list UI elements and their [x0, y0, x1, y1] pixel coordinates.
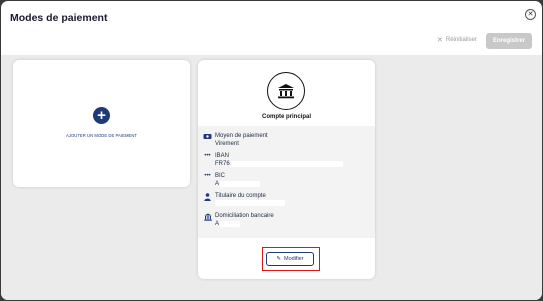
reset-label: Réinitialiser: [445, 37, 477, 43]
bank-domiciliation-redacted: [220, 221, 241, 227]
bank-domiciliation-value: A: [215, 221, 220, 227]
modify-label: Modifier: [284, 256, 304, 262]
user-icon: [203, 193, 212, 201]
payment-method-label: Moyen de paiement: [215, 133, 268, 139]
iban-value-row: FR76: [215, 160, 343, 168]
modify-button[interactable]: ✎ Modifier: [266, 252, 314, 266]
dots-icon: •••: [204, 153, 211, 159]
close-icon[interactable]: ✕: [525, 9, 536, 20]
iban-value: FR76: [215, 161, 230, 167]
pencil-icon: ✎: [276, 256, 282, 262]
field-payment-method: Moyen de paiement Virement: [203, 132, 268, 148]
account-holder-value-row: [215, 200, 285, 206]
account-card: Compte principal Moyen de paiement Virem…: [198, 60, 375, 279]
bic-redacted: [220, 181, 261, 187]
bank-domiciliation-label: Domiciliation bancaire: [215, 213, 274, 219]
plus-circle-icon: +: [93, 107, 110, 124]
bic-value: A: [215, 181, 220, 187]
modal-title: Modes de paiement: [10, 12, 108, 24]
payment-methods-modal: Modes de paiement ✕ ✕ Réinitialiser Enre…: [1, 1, 542, 300]
account-title: Compte principal: [261, 114, 311, 120]
payment-method-value: Virement: [215, 141, 239, 147]
reset-button[interactable]: ✕ Réinitialiser: [437, 36, 477, 44]
iban-label: IBAN: [215, 153, 230, 159]
field-bic: ••• BIC A: [203, 172, 261, 188]
field-account-holder: Titulaire du compte: [203, 192, 285, 206]
field-iban: ••• IBAN FR76: [203, 152, 343, 168]
bank-icon: [203, 213, 212, 221]
add-payment-method-card[interactable]: + AJOUTER UN MODE DE PAIEMENT: [13, 60, 190, 187]
account-holder-label: Titulaire du compte: [215, 193, 266, 199]
close-small-icon: ✕: [437, 37, 443, 44]
dots-icon: •••: [204, 173, 211, 179]
save-button[interactable]: Enregistrer: [486, 33, 532, 49]
money-icon: [203, 133, 212, 141]
account-details: Moyen de paiement Virement ••• IBAN FR76…: [198, 126, 375, 238]
iban-redacted: [230, 161, 343, 167]
account-holder-redacted: [215, 200, 285, 206]
bank-domiciliation-value-row: A: [215, 220, 274, 228]
field-bank-domiciliation: Domiciliation bancaire A: [203, 212, 274, 228]
bank-icon: [267, 72, 305, 110]
add-payment-method-label: AJOUTER UN MODE DE PAIEMENT: [65, 133, 138, 138]
bic-label: BIC: [215, 173, 226, 179]
bic-value-row: A: [215, 180, 261, 188]
